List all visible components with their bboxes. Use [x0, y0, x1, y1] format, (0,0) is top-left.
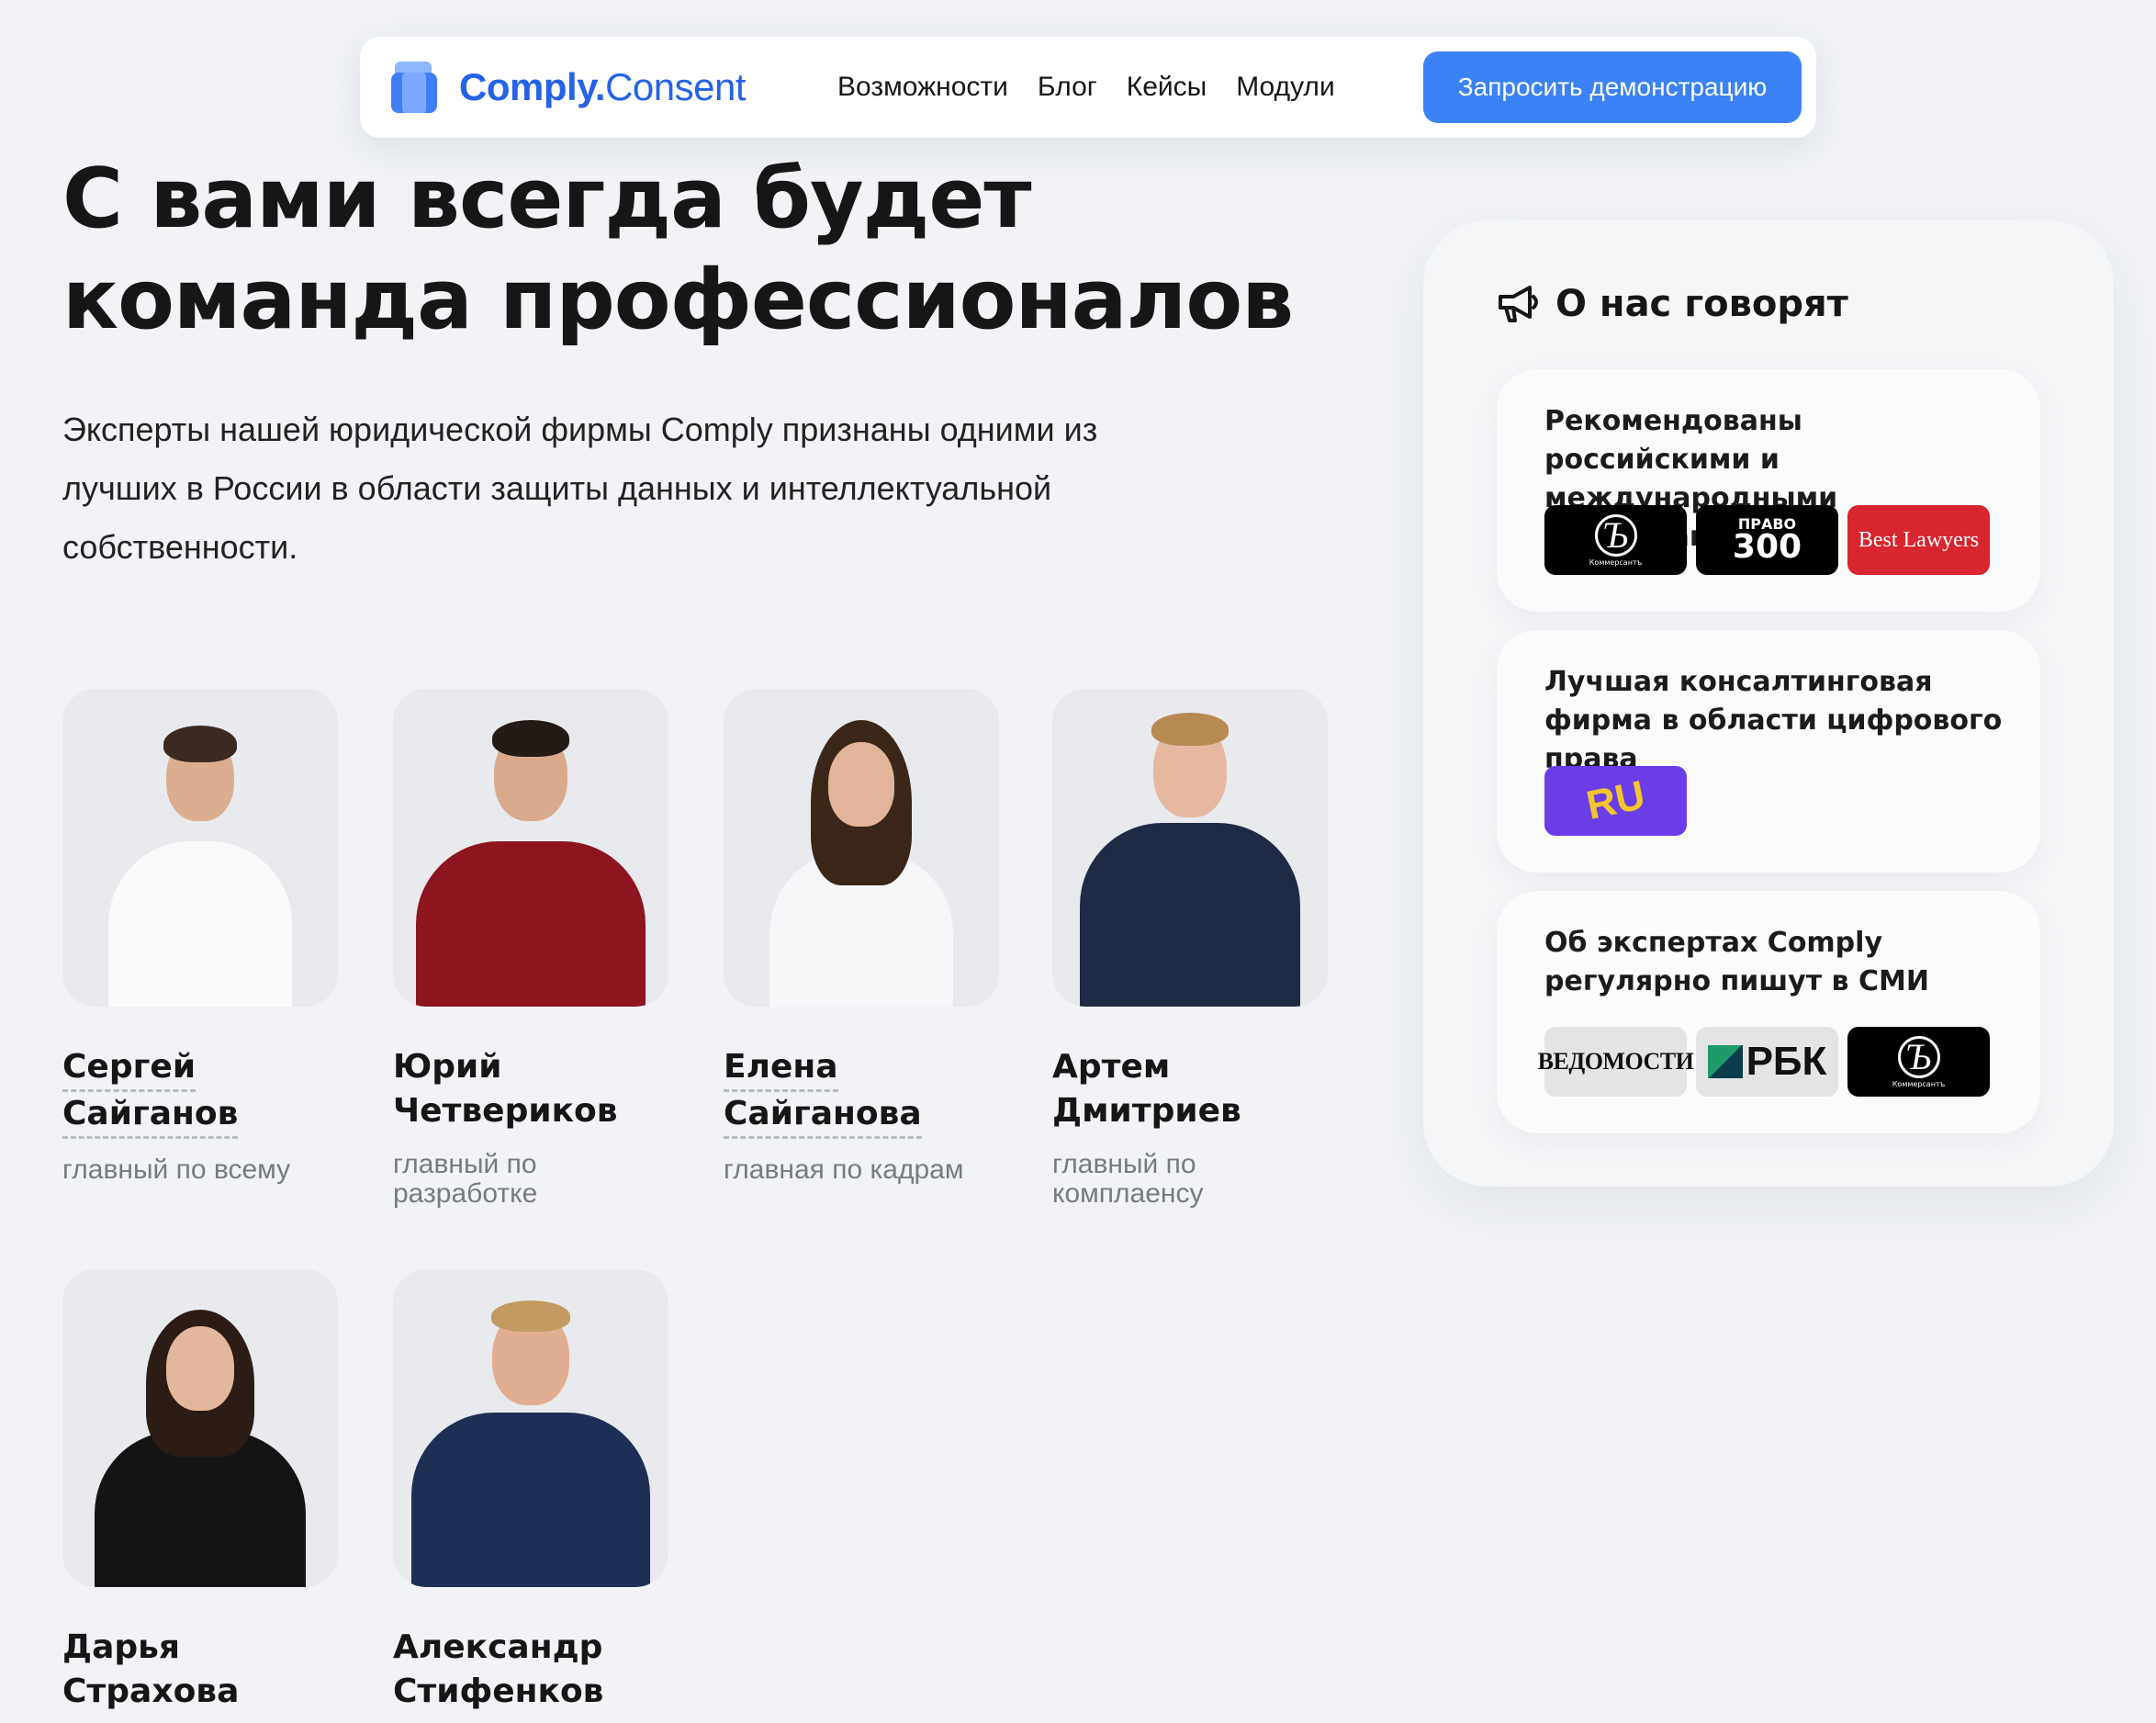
team-member-name: Дарья Страхова	[62, 1626, 338, 1714]
intro-line-2: лучших в России в области защиты данных …	[62, 469, 1052, 507]
ratings-card: Рекомендованы российскими и международны…	[1497, 369, 2040, 612]
team-member-role: главная по кадрам	[724, 1154, 964, 1185]
kommersant-logo-text: Коммерсантъ	[1589, 557, 1643, 567]
media-card: Об экспертах Comply регулярно пишут в СМ…	[1497, 891, 2040, 1133]
team-member-last-name: Сайганова	[724, 1092, 922, 1139]
menu-item-features[interactable]: Возможности	[837, 72, 1008, 103]
kommersant-logo[interactable]: Ъ Коммерсантъ	[1544, 505, 1687, 575]
team-member-name: Юрий Четвериков	[393, 1045, 668, 1133]
logo-text-light: Consent	[605, 65, 747, 108]
team-member-photo	[393, 689, 668, 1007]
team-member-photo	[1052, 689, 1328, 1007]
team-member-photo	[393, 1269, 668, 1587]
team-member-card: Елена Сайганова главная по кадрам	[724, 689, 999, 1185]
team-member-last-name: Сайганов	[62, 1092, 239, 1139]
press-sidebar: О нас говорят Рекомендованы российскими …	[1423, 220, 2114, 1187]
rbk-mark-icon	[1707, 1045, 1743, 1078]
team-member-first-name: Юрий	[393, 1048, 502, 1086]
team-member-last-name: Страхова	[62, 1672, 240, 1710]
intro-paragraph: Эксперты нашей юридической фирмы Comply …	[62, 400, 1284, 577]
intro-line-3: собственности.	[62, 528, 298, 566]
logo-text: Comply.Consent	[459, 65, 747, 109]
megaphone-icon	[1499, 286, 1538, 322]
request-demo-button[interactable]: Запросить демонстрацию	[1423, 51, 1802, 123]
logo-text-bold: Comply.	[459, 65, 606, 108]
logo[interactable]: Comply.Consent	[389, 60, 747, 115]
team-member-photo	[724, 689, 999, 1007]
team-member-role: главный по всему	[62, 1154, 291, 1185]
best-lawyers-logo[interactable]: Best Lawyers	[1847, 505, 1990, 575]
rbk-logo[interactable]: РБК	[1696, 1027, 1838, 1097]
kommersant-logo[interactable]: Ъ Коммерсантъ	[1847, 1027, 1990, 1097]
team-member-card: Сергей Сайганов главный по всему	[62, 689, 338, 1185]
team-member-first-name: Дарья	[62, 1628, 181, 1666]
main-menu: Возможности Блог Кейсы Модули	[837, 72, 1335, 103]
team-member-role: главный по разработке	[393, 1149, 538, 1209]
logo-icon	[389, 60, 441, 115]
team-member-name: Александр Стифенков	[393, 1626, 668, 1714]
team-member-name[interactable]: Елена Сайганова	[724, 1045, 999, 1139]
vedomosti-logo[interactable]: ВЕДОМОСТИ	[1538, 1027, 1694, 1097]
consulting-award-card: Лучшая консалтинговая фирма в области ци…	[1497, 630, 2040, 873]
pravo300-logo-number: 300	[1732, 528, 1802, 566]
team-member-last-name: Четвериков	[393, 1092, 618, 1130]
page-title: С вами всегда будет команда профессионал…	[62, 149, 1348, 351]
menu-item-modules[interactable]: Модули	[1236, 72, 1334, 103]
team-member-last-name: Дмитриев	[1052, 1092, 1241, 1130]
media-card-text: Об экспертах Comply регулярно пишут в СМ…	[1544, 927, 1929, 997]
team-member-card: Юрий Четвериков главный по разработке	[393, 689, 668, 1209]
page-title-line-1: С вами всегда будет	[62, 151, 1032, 247]
team-member-card: Артем Дмитриев главный по комплаенсу	[1052, 689, 1328, 1209]
team-member-last-name: Стифенков	[393, 1672, 604, 1710]
sidebar-title: О нас говорят	[1555, 283, 1848, 325]
team-member-photo	[62, 689, 338, 1007]
team-member-first-name: Елена	[724, 1045, 838, 1092]
team-member-photo	[62, 1269, 338, 1587]
team-member-card: Александр Стифенков	[393, 1269, 668, 1714]
kommersant-logo-text: Коммерсантъ	[1892, 1079, 1946, 1088]
team-member-card: Дарья Страхова	[62, 1269, 338, 1714]
menu-item-blog[interactable]: Блог	[1038, 72, 1097, 103]
vedomosti-logo-text: ВЕДОМОСТИ	[1537, 1048, 1694, 1075]
intro-line-1: Эксперты нашей юридической фирмы Comply …	[62, 411, 1098, 448]
team-member-first-name: Артем	[1052, 1048, 1171, 1086]
runet-award-logo[interactable]: RU	[1544, 766, 1687, 836]
team-member-first-name: Сергей	[62, 1045, 197, 1092]
team-member-name[interactable]: Сергей Сайганов	[62, 1045, 338, 1139]
team-member-first-name: Александр	[393, 1628, 603, 1666]
runet-award-logo-text: RU	[1582, 771, 1649, 829]
top-navbar: Comply.Consent Возможности Блог Кейсы Мо…	[360, 37, 1816, 138]
pravo300-logo[interactable]: ПРАВО 300	[1696, 505, 1838, 575]
menu-item-cases[interactable]: Кейсы	[1127, 72, 1207, 103]
best-lawyers-logo-text: Best Lawyers	[1858, 527, 1980, 552]
rbk-logo-text: РБК	[1746, 1039, 1827, 1084]
sidebar-header: О нас говорят	[1497, 283, 1848, 325]
team-member-name: Артем Дмитриев	[1052, 1045, 1328, 1133]
consulting-award-card-text: Лучшая консалтинговая фирма в области ци…	[1544, 666, 2003, 775]
team-member-role: главный по комплаенсу	[1052, 1149, 1204, 1209]
page-title-line-2: команда профессионалов	[62, 252, 1294, 348]
